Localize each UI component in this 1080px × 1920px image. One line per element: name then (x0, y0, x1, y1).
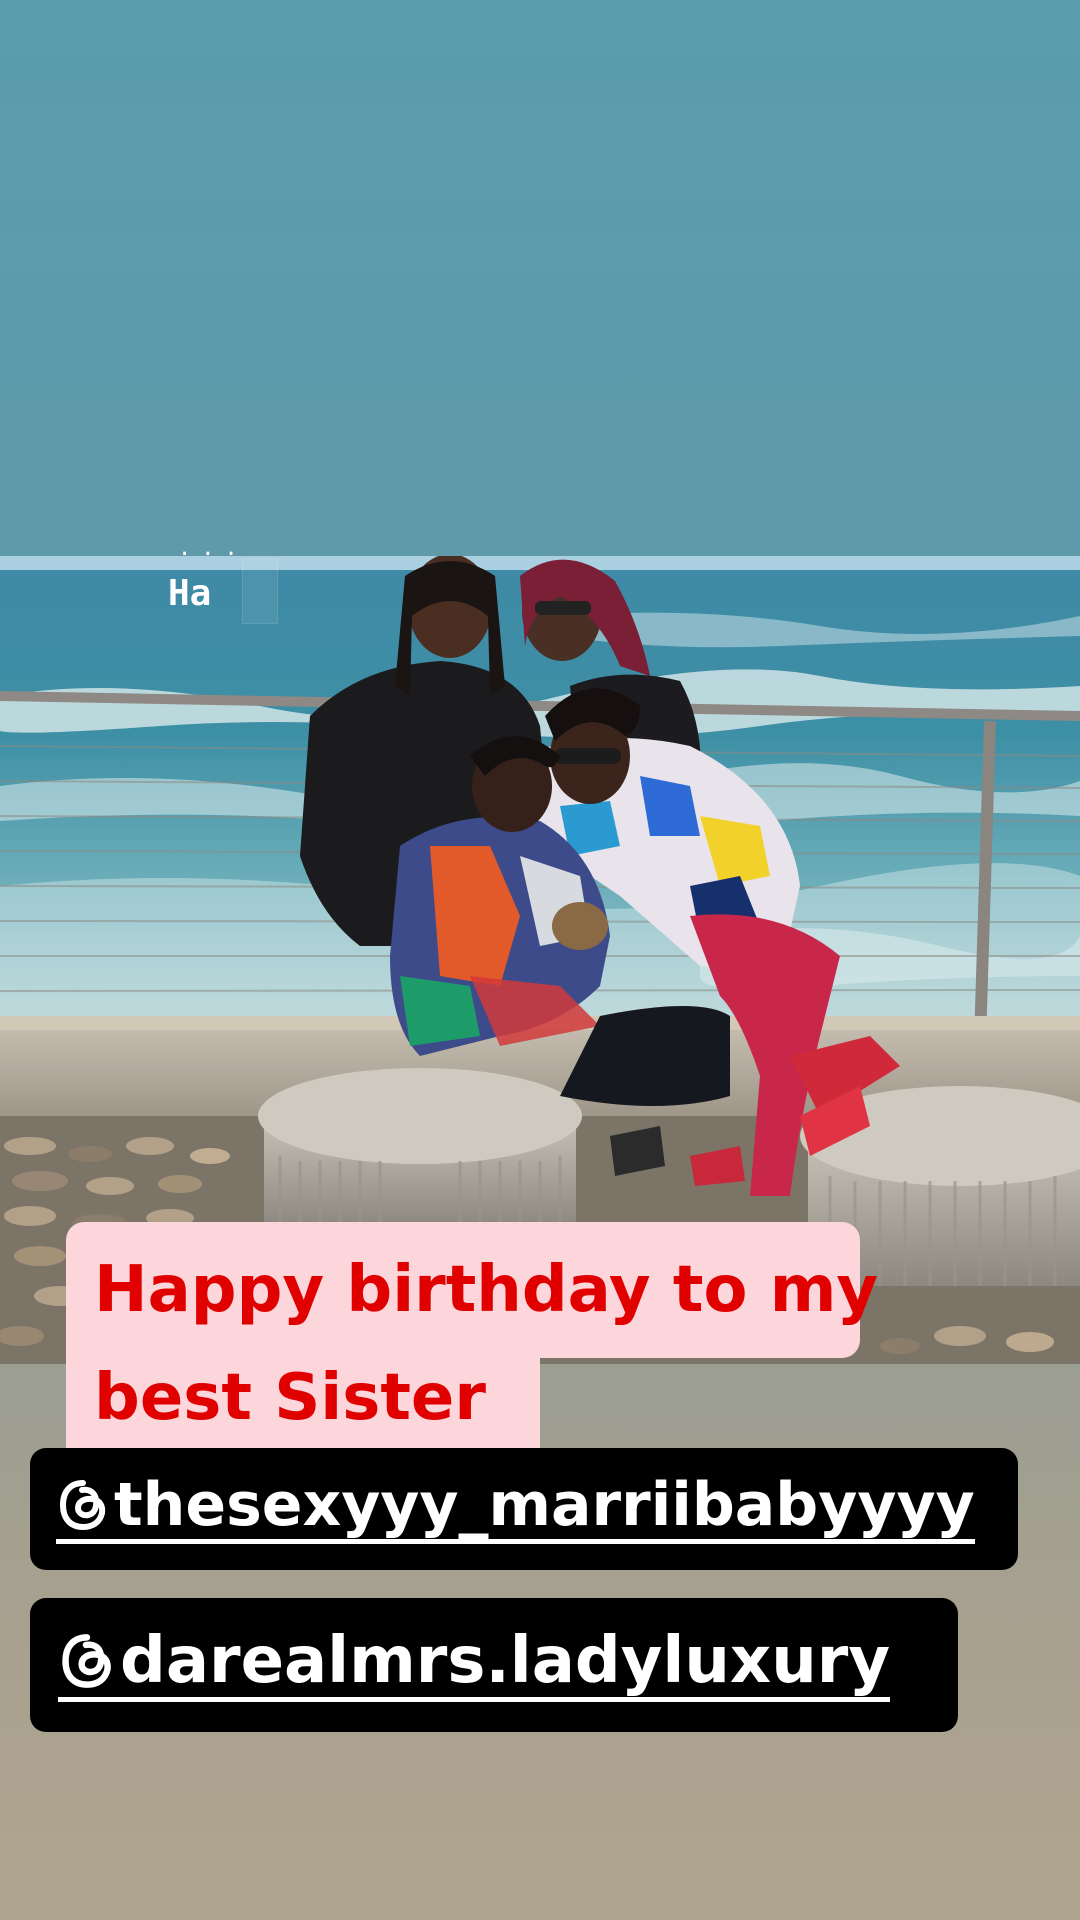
mention-sticker-1[interactable]: thesexyyy_marriibabyyyy (30, 1448, 1018, 1570)
mention-sticker-2[interactable]: darealmrs.ladyluxury (30, 1598, 958, 1732)
sticker-text-box (242, 558, 278, 624)
threads-icon (59, 1479, 106, 1530)
mention-handle-1: thesexyyy_marriibabyyyy (114, 1469, 975, 1540)
left-stool (258, 1068, 582, 1226)
sticker-dots: ... (178, 536, 248, 561)
text-sticker[interactable]: ... Ha (160, 536, 278, 630)
sticker-text: Ha (168, 573, 212, 614)
threads-icon (62, 1633, 111, 1688)
caption-line-1: Happy birthday to my (66, 1222, 878, 1358)
mention-handle-2: darealmrs.ladyluxury (120, 1623, 891, 1698)
story-background-top (0, 0, 1080, 556)
